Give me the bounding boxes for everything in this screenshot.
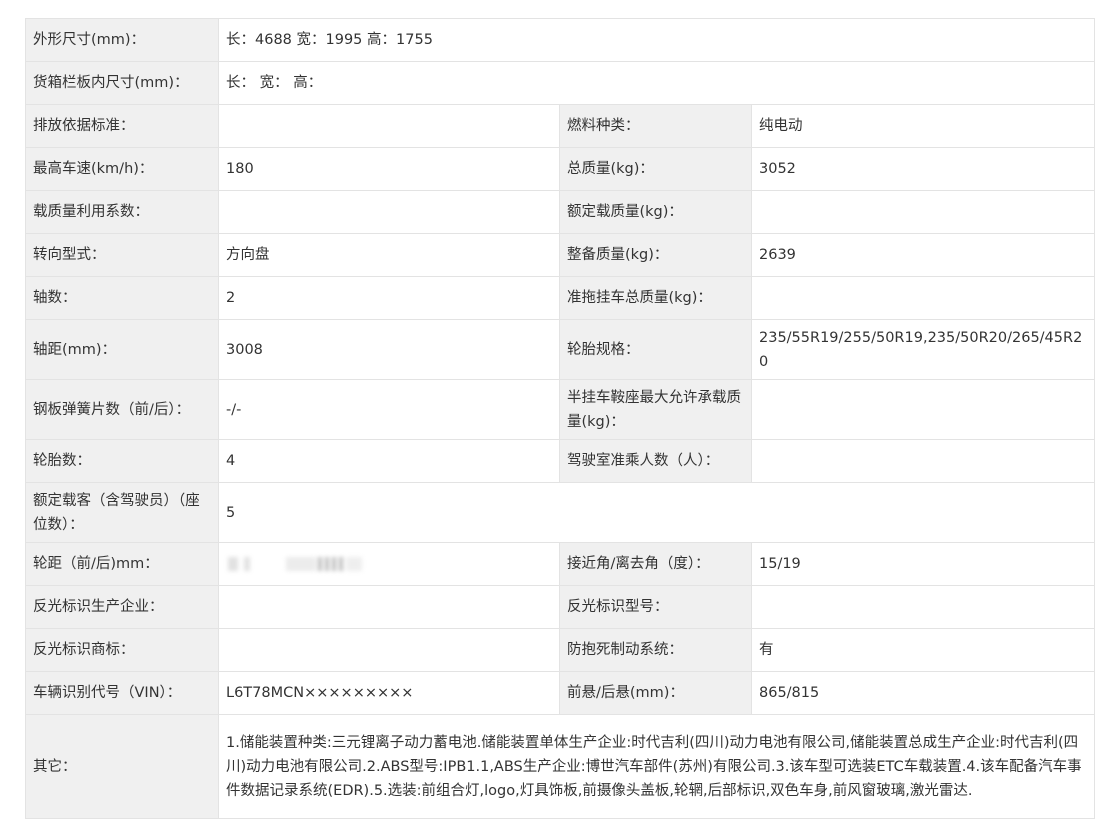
value-max-speed: 180 (218, 147, 560, 191)
row-axles: 轴数： 2 准拖挂车总质量(kg)： (25, 276, 1096, 320)
value-cargo-dimensions: 长： 宽： 高： (217, 61, 1096, 105)
row-reflective-brand: 反光标识商标： 防抱死制动系统： 有 (25, 628, 1096, 672)
value-steering: 方向盘 (218, 233, 560, 277)
label-trailer-mass: 准拖挂车总质量(kg)： (559, 276, 752, 320)
value-rated-load (750, 190, 1096, 234)
label-emission-standard: 排放依据标准： (25, 104, 219, 148)
label-dimensions: 外形尺寸(mm)： (25, 18, 219, 62)
row-load-coefficient: 载质量利用系数： 额定载质量(kg)： (25, 190, 1096, 234)
label-reflective-maker: 反光标识生产企业： (25, 585, 219, 629)
vehicle-spec-table: 外形尺寸(mm)： 长：4688 宽：1995 高：1755 货箱栏板内尺寸(m… (25, 18, 1096, 819)
redacted-value (226, 553, 366, 575)
label-steering: 转向型式： (25, 233, 219, 277)
value-tire-count: 4 (218, 439, 560, 483)
label-abs: 防抱死制动系统： (559, 628, 752, 672)
value-axle-count: 2 (218, 276, 560, 320)
label-overhang: 前悬/后悬(mm)： (559, 671, 752, 715)
value-trailer-mass (750, 276, 1096, 320)
label-fuel-type: 燃料种类： (559, 104, 752, 148)
value-seat-count: 5 (217, 482, 1096, 543)
value-track-width-redacted (218, 542, 560, 586)
value-tire-spec: 235/55R19/255/50R19,235/50R20/265/45R20 (750, 319, 1096, 380)
label-tire-count: 轮胎数： (25, 439, 219, 483)
label-total-mass: 总质量(kg)： (559, 147, 752, 191)
value-load-coefficient (218, 190, 560, 234)
row-track-angles: 轮距（前/后)mm： 接近角/离去角（度）： 15/19 (25, 542, 1096, 586)
value-dimensions: 长：4688 宽：1995 高：1755 (217, 18, 1096, 62)
row-speed-mass: 最高车速(km/h)： 180 总质量(kg)： 3052 (25, 147, 1096, 191)
label-axle-count: 轴数： (25, 276, 219, 320)
value-reflective-maker (218, 585, 560, 629)
label-saddle-load: 半挂车鞍座最大允许承载质量(kg)： (559, 379, 752, 440)
label-leaf-springs: 钢板弹簧片数（前/后）： (25, 379, 219, 440)
row-reflective-maker: 反光标识生产企业： 反光标识型号： (25, 585, 1096, 629)
label-max-speed: 最高车速(km/h)： (25, 147, 219, 191)
label-cargo-dimensions: 货箱栏板内尺寸(mm)： (25, 61, 219, 105)
label-load-coefficient: 载质量利用系数： (25, 190, 219, 234)
value-abs: 有 (750, 628, 1096, 672)
label-track-width: 轮距（前/后)mm： (25, 542, 219, 586)
row-wheelbase-tires: 轴距(mm)： 3008 轮胎规格： 235/55R19/255/50R19,2… (25, 319, 1096, 380)
label-vin: 车辆识别代号（VIN）： (25, 671, 219, 715)
row-emission-fuel: 排放依据标准： 燃料种类： 纯电动 (25, 104, 1096, 148)
row-other: 其它： 1.储能装置种类:三元锂离子动力蓄电池.储能装置单体生产企业:时代吉利(… (25, 714, 1096, 819)
value-approach-departure: 15/19 (750, 542, 1096, 586)
label-cab-passengers: 驾驶室准乘人数（人）： (559, 439, 752, 483)
value-overhang: 865/815 (750, 671, 1096, 715)
row-dimensions: 外形尺寸(mm)： 长：4688 宽：1995 高：1755 (25, 18, 1096, 62)
value-curb-mass: 2639 (750, 233, 1096, 277)
label-approach-departure: 接近角/离去角（度）： (559, 542, 752, 586)
label-reflective-brand: 反光标识商标： (25, 628, 219, 672)
row-steering: 转向型式： 方向盘 整备质量(kg)： 2639 (25, 233, 1096, 277)
value-leaf-springs: -/- (218, 379, 560, 440)
label-seat-count: 额定载客（含驾驶员）（座位数）： (25, 482, 219, 543)
label-curb-mass: 整备质量(kg)： (559, 233, 752, 277)
value-vin: L6T78MCN××××××××× (218, 671, 560, 715)
row-seats: 额定载客（含驾驶员）（座位数）： 5 (25, 482, 1096, 543)
row-vin: 车辆识别代号（VIN）： L6T78MCN××××××××× 前悬/后悬(mm)… (25, 671, 1096, 715)
row-leaf-springs: 钢板弹簧片数（前/后）： -/- 半挂车鞍座最大允许承载质量(kg)： (25, 379, 1096, 440)
label-tire-spec: 轮胎规格： (559, 319, 752, 380)
label-other: 其它： (25, 714, 219, 819)
value-other: 1.储能装置种类:三元锂离子动力蓄电池.储能装置单体生产企业:时代吉利(四川)动… (217, 714, 1096, 819)
label-rated-load: 额定载质量(kg)： (559, 190, 752, 234)
label-wheelbase: 轴距(mm)： (25, 319, 219, 380)
row-tire-count: 轮胎数： 4 驾驶室准乘人数（人）： (25, 439, 1096, 483)
value-saddle-load (750, 379, 1096, 440)
value-total-mass: 3052 (750, 147, 1096, 191)
row-cargo-dimensions: 货箱栏板内尺寸(mm)： 长： 宽： 高： (25, 61, 1096, 105)
value-wheelbase: 3008 (218, 319, 560, 380)
value-emission-standard (218, 104, 560, 148)
label-reflective-model: 反光标识型号： (559, 585, 752, 629)
value-reflective-brand (218, 628, 560, 672)
value-fuel-type: 纯电动 (750, 104, 1096, 148)
value-cab-passengers (750, 439, 1096, 483)
value-reflective-model (750, 585, 1096, 629)
